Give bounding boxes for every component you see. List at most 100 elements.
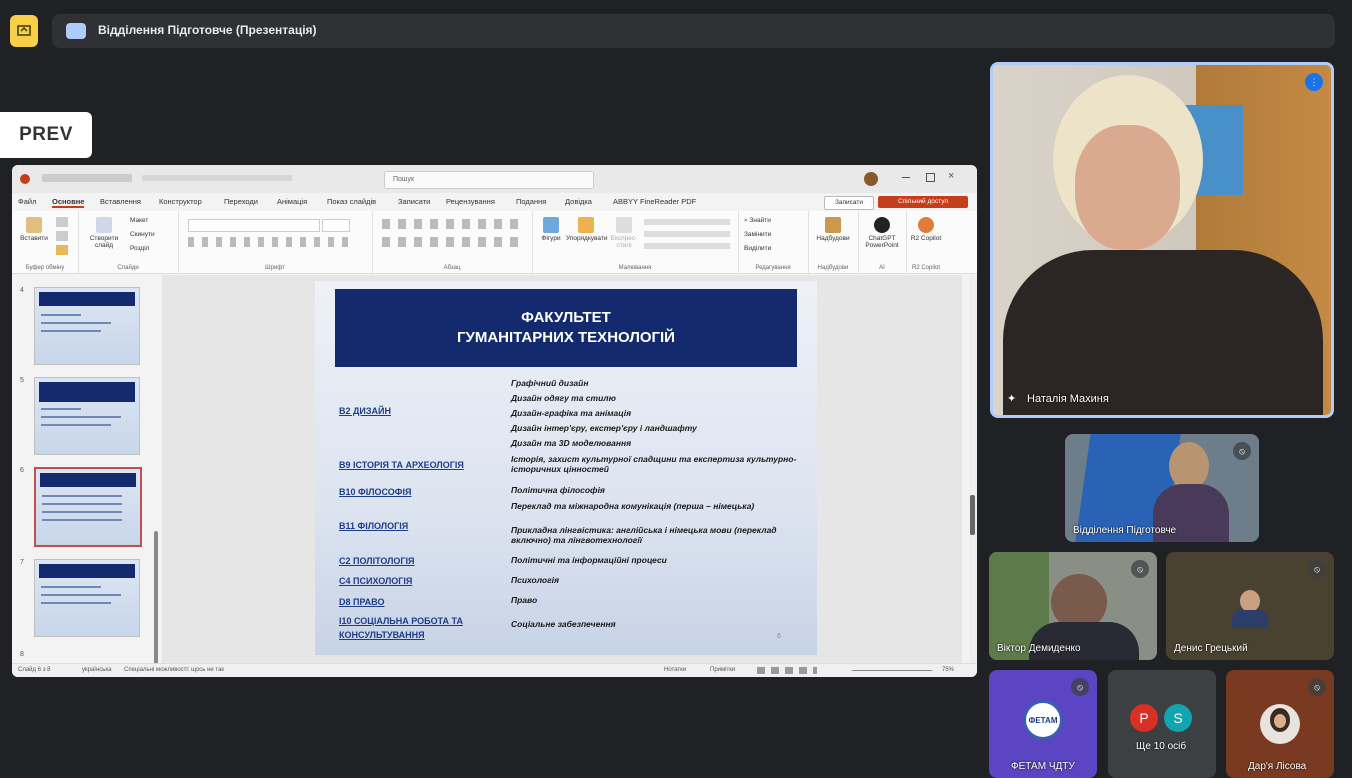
select-button[interactable]: Виділити (744, 245, 771, 252)
quick-access-toolbar[interactable] (42, 174, 132, 182)
thumbnail-number: 6 (20, 467, 24, 474)
tab-abbyy[interactable]: ABBYY FineReader PDF (613, 197, 696, 206)
language-indicator[interactable]: українська (82, 667, 112, 673)
shapes-button[interactable]: Фігури (538, 217, 564, 242)
participant-body (1232, 610, 1268, 628)
layout-button[interactable]: Макет (130, 217, 148, 224)
slide-scrollbar-thumb[interactable] (970, 495, 975, 535)
close-icon[interactable]: × (948, 170, 954, 182)
slide-title: ФАКУЛЬТЕТ ГУМАНІТАРНИХ ТЕХНОЛОГІЙ (335, 289, 797, 367)
program-label: Прикладна лінгвістика: англійська і німе… (511, 525, 777, 545)
comments-button[interactable]: Примітки (710, 667, 735, 673)
list-buttons[interactable] (382, 219, 522, 229)
thumbnails-scrollbar[interactable] (154, 531, 158, 677)
replace-button[interactable]: Замінити (744, 231, 771, 238)
avatar-face (1274, 714, 1286, 728)
mic-off-icon: ⦸ (1071, 678, 1089, 696)
addins-icon (825, 217, 841, 233)
more-participants-tile[interactable]: P S Ще 10 осіб (1108, 670, 1216, 778)
tab-view[interactable]: Подання (516, 197, 546, 206)
chatgpt-icon (874, 217, 890, 233)
quick-styles-icon (616, 217, 632, 233)
addins-button[interactable]: Надбудови (810, 217, 856, 242)
shape-format-options[interactable] (644, 219, 730, 249)
paste-button[interactable]: Вставити (20, 217, 48, 242)
slide-thumbnail[interactable] (34, 559, 140, 637)
participant-tile[interactable]: ⦸ Відділення Підготовче (1065, 434, 1259, 542)
window-controls[interactable]: × (902, 170, 962, 184)
tab-transitions[interactable]: Переходи (224, 197, 258, 206)
shapes-icon (543, 217, 559, 233)
tab-review[interactable]: Рецензування (446, 197, 495, 206)
copilot-button[interactable]: R2 Copilot (908, 217, 944, 242)
accessibility-status[interactable]: Спеціальні можливості: щось не так (124, 667, 224, 673)
quick-styles-button[interactable]: Експрес-стилі (608, 217, 640, 249)
format-painter-icon[interactable] (56, 245, 68, 255)
program-label: Політичні та інформаційні процеси (511, 555, 667, 565)
tab-record[interactable]: Записати (398, 197, 430, 206)
record-button[interactable]: Записати (824, 196, 874, 210)
new-slide-button[interactable]: Створити слайд (84, 217, 124, 249)
ppt-title-bar: Пошук × (12, 165, 977, 193)
tab-help[interactable]: Довідка (565, 197, 592, 206)
slide-scrollbar[interactable] (969, 275, 977, 663)
chatgpt-button[interactable]: ChatGPT PowerPoint (860, 217, 904, 249)
tab-insert[interactable]: Вставлення (100, 197, 141, 206)
share-button[interactable]: Спільний доступ (878, 196, 968, 208)
participant-tile[interactable]: ⦸ Дар'я Лісова (1226, 670, 1334, 778)
alignment-buttons[interactable] (382, 237, 522, 247)
participant-name: Дар'я Лісова (1248, 761, 1307, 772)
minimize-icon[interactable] (902, 177, 910, 178)
screen-share-icon (17, 25, 31, 36)
font-size-select[interactable] (322, 219, 350, 232)
participant-tile-main[interactable]: ⋮ ✦ Наталія Махиня (990, 62, 1334, 418)
participant-tile[interactable]: ⦸ Віктор Демиденко (989, 552, 1157, 660)
arrange-icon (578, 217, 594, 233)
font-family-select[interactable] (188, 219, 320, 232)
specialty-label: B2 ДИЗАЙН (339, 406, 391, 416)
reset-button[interactable]: Скинути (130, 231, 155, 238)
prev-button[interactable]: PREV (0, 112, 92, 158)
participant-body (1029, 622, 1139, 660)
pin-icon[interactable]: ✦ (1007, 392, 1016, 405)
tab-file[interactable]: Файл (18, 197, 36, 206)
search-input[interactable]: Пошук (384, 171, 594, 189)
presentation-logo-icon[interactable] (10, 15, 38, 47)
slide-thumbnail[interactable] (34, 377, 140, 455)
program-label: Дизайн та 3D моделювання (511, 438, 632, 448)
cut-icon[interactable] (56, 217, 68, 227)
copy-icon[interactable] (56, 231, 68, 241)
slide-canvas: ФАКУЛЬТЕТ ГУМАНІТАРНИХ ТЕХНОЛОГІЙ B2 ДИЗ… (162, 275, 962, 663)
tab-slideshow[interactable]: Показ слайдів (327, 197, 376, 206)
participant-tile[interactable]: ⦸ Денис Грецький (1166, 552, 1334, 660)
section-button[interactable]: Розділ (130, 245, 149, 252)
zoom-level[interactable]: 75% (942, 667, 954, 673)
view-buttons[interactable] (757, 667, 817, 674)
participant-tile[interactable]: ФЕТАМ ⦸ ФЕТАМ ЧДТУ (989, 670, 1097, 778)
paste-icon (26, 217, 42, 233)
current-slide[interactable]: ФАКУЛЬТЕТ ГУМАНІТАРНИХ ТЕХНОЛОГІЙ B2 ДИЗ… (315, 281, 817, 655)
tab-home[interactable]: Основне (52, 197, 85, 208)
arrange-button[interactable]: Упорядкувати (566, 217, 607, 242)
slide-thumbnails-pane: 4 5 6 7 8 (12, 275, 160, 677)
participant-name: Наталія Махиня (1027, 393, 1109, 405)
font-format-buttons[interactable] (188, 237, 348, 247)
user-avatar[interactable] (864, 172, 878, 186)
group-drawing: Фігури Упорядкувати Експрес-стилі Малюва… (532, 211, 739, 273)
zoom-slider[interactable] (852, 670, 932, 671)
status-bar: Слайд 6 з 8 українська Спеціальні можлив… (12, 663, 977, 677)
specialty-label: C4 ПСИХОЛОГІЯ (339, 576, 413, 586)
slide-thumbnail[interactable] (34, 287, 140, 365)
find-button[interactable]: ⌕ Знайти (744, 217, 771, 225)
tab-animations[interactable]: Анімація (277, 197, 307, 206)
presentation-title-bar: Відділення Підготовче (Презентація) (52, 14, 1335, 48)
paragraph-group-label: Абзац (443, 265, 461, 271)
group-paragraph: Абзац (372, 211, 533, 273)
maximize-icon[interactable] (926, 173, 935, 182)
participant-avatar: S (1164, 704, 1192, 732)
slide-thumbnail-selected[interactable] (34, 467, 142, 547)
notes-button[interactable]: Нотатки (664, 667, 686, 673)
copilot-group-label: R2 Copilot (911, 265, 940, 271)
slide-title-line2: ГУМАНІТАРНИХ ТЕХНОЛОГІЙ (457, 329, 675, 346)
tab-design[interactable]: Конструктор (159, 197, 202, 206)
